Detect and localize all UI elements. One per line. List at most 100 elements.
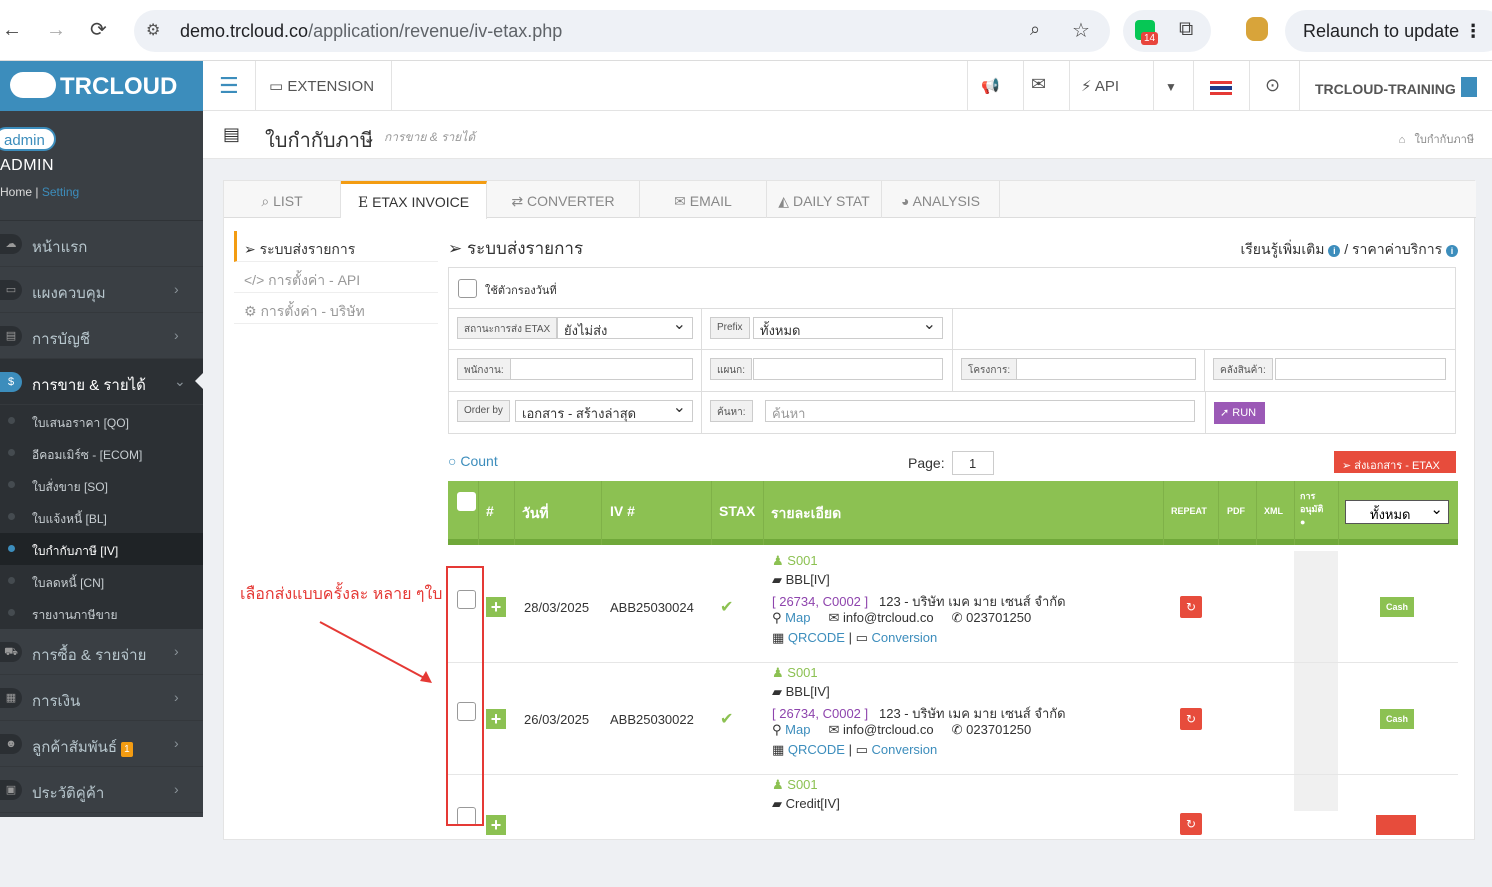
prefix-select[interactable]: ทั้งหมด bbox=[753, 314, 943, 339]
repeat-icon[interactable]: ↻ bbox=[1180, 813, 1202, 835]
sidebar-item-crm[interactable]: ☻ ลูกค้าสัมพันธ์ 1 › bbox=[0, 721, 203, 767]
date-filter-checkbox[interactable] bbox=[458, 279, 477, 298]
page-title: ใบกำกับภาษี bbox=[265, 130, 374, 152]
row-code[interactable]: ♟ S001 bbox=[772, 553, 818, 569]
row-code[interactable]: ♟ S001 bbox=[772, 777, 818, 793]
row-phone: 023701250 bbox=[966, 610, 1032, 625]
hamburger-icon[interactable]: ☰ bbox=[219, 73, 239, 99]
contact-icon: ▣ bbox=[0, 780, 22, 800]
logo[interactable]: TRCLOUD bbox=[0, 61, 203, 111]
puzzle-icon[interactable]: ⧉ bbox=[1179, 18, 1193, 41]
row-code[interactable]: ♟ S001 bbox=[772, 665, 818, 681]
pricing-link[interactable]: ราคาค่าบริการ bbox=[1352, 241, 1442, 257]
home-link[interactable]: Home bbox=[0, 185, 32, 199]
sidebar-item-sales[interactable]: $ การขาย & รายได้ ⌄ bbox=[0, 359, 203, 405]
row-type-text: Credit[IV] bbox=[785, 796, 840, 811]
bookmark-star-icon[interactable]: ☆ bbox=[1072, 18, 1090, 43]
profile-avatar[interactable] bbox=[1246, 17, 1268, 41]
row-iv[interactable]: ABB25030022 bbox=[610, 712, 694, 727]
left-menu-company-settings[interactable]: ⚙ การตั้งค่า - บริษัท bbox=[234, 293, 438, 324]
repeat-icon[interactable]: ↻ bbox=[1180, 596, 1202, 618]
expand-button[interactable]: + bbox=[486, 709, 506, 729]
sidebar-item-finance[interactable]: ▦ การเงิน › bbox=[0, 675, 203, 721]
megaphone-icon[interactable]: 📢 bbox=[981, 77, 1000, 95]
subitem-label: ใบแจ้งหนี้ [BL] bbox=[32, 512, 107, 526]
phone-icon: ✆ bbox=[951, 722, 963, 737]
setting-link[interactable]: Setting bbox=[42, 185, 79, 199]
row-conversion-link[interactable]: Conversion bbox=[872, 742, 938, 757]
approval-filter-select[interactable]: ทั้งหมด ⌄ bbox=[1345, 500, 1449, 524]
row-iv[interactable]: ABB25030024 bbox=[610, 600, 694, 615]
row-email: info@trcloud.co bbox=[843, 610, 934, 625]
home-icon[interactable]: ⌂ bbox=[1399, 134, 1406, 146]
row-ref[interactable]: [ 26734, C0002 ] bbox=[772, 594, 868, 609]
left-menu-api-settings[interactable]: </> การตั้งค่า - API bbox=[234, 262, 438, 293]
search-input[interactable]: ค้นหา bbox=[765, 400, 1195, 422]
tab-email[interactable]: ✉ EMAIL bbox=[640, 181, 767, 218]
row-conversion-link[interactable]: Conversion bbox=[872, 630, 938, 645]
sidebar-subitem-iv[interactable]: ใบกำกับภาษี [IV] bbox=[0, 533, 203, 565]
sidebar-item-accounting[interactable]: ▤ การบัญชี › bbox=[0, 313, 203, 359]
dept-input[interactable] bbox=[753, 358, 943, 380]
forward-icon[interactable]: → bbox=[46, 18, 66, 42]
count-button[interactable]: ○ Count bbox=[448, 453, 498, 469]
row-map-link[interactable]: Map bbox=[785, 610, 810, 625]
row-qrcode-link[interactable]: QRCODE bbox=[788, 630, 845, 645]
relaunch-button[interactable]: Relaunch to update ⋮ bbox=[1285, 10, 1492, 52]
company-name[interactable]: TRCLOUD-TRAINING bbox=[1315, 81, 1456, 97]
sidebar-subitem-so[interactable]: ใบสั่งขาย [SO] bbox=[0, 469, 203, 501]
tab-etax-invoice[interactable]: E ETAX INVOICE bbox=[341, 181, 487, 219]
tab-converter[interactable]: ⇄ CONVERTER bbox=[487, 181, 640, 218]
back-icon[interactable]: ← bbox=[2, 18, 22, 42]
tab-label: DAILY STAT bbox=[792, 193, 870, 209]
table-row: + 28/03/2025 ABB25030024 ✔ ♟ S001 ▰ BBL[… bbox=[448, 551, 1458, 663]
order-select[interactable]: เอกสาร - สร้างล่าสุด bbox=[515, 397, 693, 422]
page-input[interactable]: 1 bbox=[952, 451, 994, 475]
zoom-icon[interactable]: ⌕ bbox=[1030, 19, 1040, 40]
row-qrcode-link[interactable]: QRCODE bbox=[788, 742, 845, 757]
col-iv[interactable]: IV # bbox=[610, 503, 635, 519]
sidebar-subitem-bl[interactable]: ใบแจ้งหนี้ [BL] bbox=[0, 501, 203, 533]
book-icon: ▰ bbox=[772, 796, 782, 811]
sidebar-item-partners[interactable]: ▣ ประวัติคู่ค้า › bbox=[0, 767, 203, 813]
dollar-icon: $ bbox=[0, 372, 22, 392]
col-date[interactable]: วันที่ bbox=[522, 503, 549, 525]
help-icon[interactable]: ⊙ bbox=[1265, 75, 1280, 96]
thai-flag-icon[interactable] bbox=[1210, 81, 1232, 95]
sidebar-item-dashboard[interactable]: ▭ แผงควบคุม › bbox=[0, 267, 203, 313]
warehouse-input[interactable] bbox=[1275, 358, 1446, 380]
sidebar-subitem-tax-report[interactable]: รายงานภาษีขาย bbox=[0, 597, 203, 629]
sidebar-item-purchase[interactable]: ⛟ การซื้อ & รายจ่าย › bbox=[0, 629, 203, 675]
building-icon[interactable] bbox=[1461, 77, 1477, 97]
bullet-icon bbox=[8, 513, 15, 520]
run-button[interactable]: ➚ RUN bbox=[1214, 402, 1265, 424]
row-ref[interactable]: [ 26734, C0002 ] bbox=[772, 706, 868, 721]
reload-icon[interactable]: ⟳ bbox=[90, 18, 107, 42]
address-bar[interactable]: ⚙ demo.trcloud.co/application/revenue/iv… bbox=[134, 10, 1110, 52]
tab-list[interactable]: ⌕ LIST bbox=[224, 181, 341, 218]
select-all-checkbox[interactable] bbox=[457, 492, 476, 511]
tab-analysis[interactable]: ◕ ANALYSIS bbox=[882, 181, 1000, 218]
api-menu[interactable]: ⚡ API bbox=[1081, 77, 1119, 95]
employee-input[interactable] bbox=[510, 358, 693, 380]
sidebar-item-home[interactable]: ☁ หน้าแรก bbox=[0, 221, 203, 267]
mail-icon[interactable]: ✉ bbox=[1031, 74, 1046, 95]
expand-button[interactable]: + bbox=[486, 815, 506, 835]
left-menu-send[interactable]: ➢ ระบบส่งรายการ bbox=[234, 231, 438, 262]
page-subtitle: การขาย & รายได้ bbox=[384, 130, 476, 144]
sidebar-subitem-cn[interactable]: ใบลดหนี้ [CN] bbox=[0, 565, 203, 597]
send-etax-button[interactable]: ➢ ส่งเอกสาร - ETAX bbox=[1334, 451, 1456, 473]
expand-button[interactable]: + bbox=[486, 597, 506, 617]
sidebar-subitem-ecom[interactable]: อีคอมเมิร์ซ - [ECOM] bbox=[0, 437, 203, 469]
tab-daily-stat[interactable]: ◭ DAILY STAT bbox=[767, 181, 882, 218]
repeat-icon[interactable]: ↻ bbox=[1180, 708, 1202, 730]
annotation-arrow bbox=[319, 621, 432, 683]
learn-more-link[interactable]: เรียนรู้เพิ่มเติม bbox=[1240, 241, 1324, 257]
site-settings-icon[interactable]: ⚙ bbox=[146, 20, 160, 40]
status-select[interactable]: ยังไม่ส่ง bbox=[557, 314, 693, 339]
extension-menu[interactable]: ▭ EXTENSION bbox=[269, 77, 374, 95]
sidebar-subitem-qo[interactable]: ใบเสนอราคา [QO] bbox=[0, 405, 203, 437]
caret-down-icon[interactable]: ▼ bbox=[1165, 80, 1177, 94]
row-map-link[interactable]: Map bbox=[785, 722, 810, 737]
project-input[interactable] bbox=[1016, 358, 1196, 380]
